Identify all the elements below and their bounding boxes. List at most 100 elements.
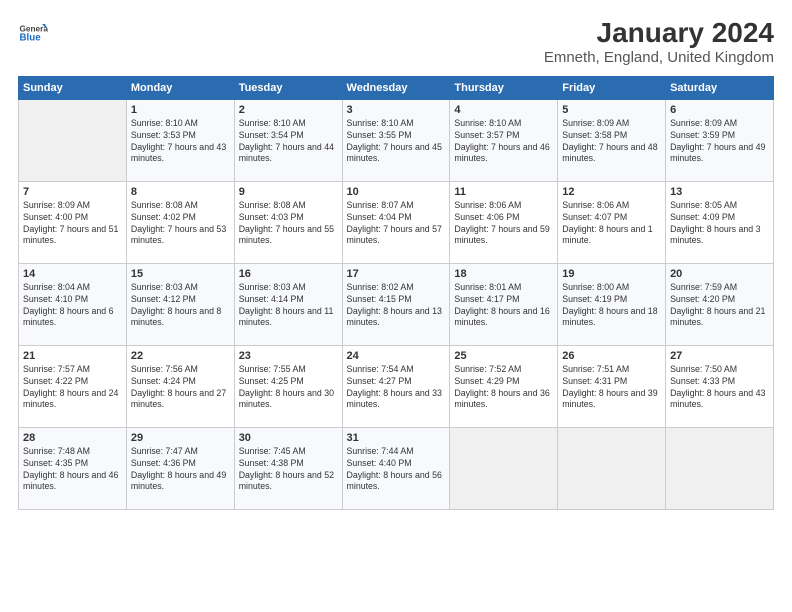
- daylight: Daylight: 8 hours and 21 minutes.: [670, 306, 765, 328]
- day-number: 22: [131, 350, 230, 362]
- sunrise: Sunrise: 8:03 AM: [239, 282, 306, 292]
- sunset: Sunset: 4:10 PM: [23, 294, 88, 304]
- daylight: Daylight: 8 hours and 18 minutes.: [562, 306, 657, 328]
- daylight: Daylight: 7 hours and 43 minutes.: [131, 142, 226, 164]
- day-number: 12: [562, 186, 661, 198]
- sunrise: Sunrise: 8:10 AM: [131, 118, 198, 128]
- calendar-cell-3-0: 21Sunrise: 7:57 AMSunset: 4:22 PMDayligh…: [19, 345, 127, 427]
- daylight: Daylight: 8 hours and 30 minutes.: [239, 388, 334, 410]
- day-info: Sunrise: 8:09 AMSunset: 4:00 PMDaylight:…: [23, 200, 122, 248]
- daylight: Daylight: 7 hours and 48 minutes.: [562, 142, 657, 164]
- day-number: 7: [23, 186, 122, 198]
- calendar-cell-0-0: [19, 99, 127, 181]
- day-number: 20: [670, 268, 769, 280]
- daylight: Daylight: 7 hours and 45 minutes.: [347, 142, 442, 164]
- daylight: Daylight: 7 hours and 53 minutes.: [131, 224, 226, 246]
- day-info: Sunrise: 7:56 AMSunset: 4:24 PMDaylight:…: [131, 364, 230, 412]
- calendar-title: January 2024: [544, 18, 774, 49]
- daylight: Daylight: 7 hours and 49 minutes.: [670, 142, 765, 164]
- calendar-header-row: Sunday Monday Tuesday Wednesday Thursday…: [19, 76, 774, 99]
- daylight: Daylight: 8 hours and 49 minutes.: [131, 470, 226, 492]
- col-sunday: Sunday: [19, 76, 127, 99]
- calendar-cell-1-1: 8Sunrise: 8:08 AMSunset: 4:02 PMDaylight…: [126, 181, 234, 263]
- sunrise: Sunrise: 8:04 AM: [23, 282, 90, 292]
- day-number: 16: [239, 268, 338, 280]
- sunset: Sunset: 4:02 PM: [131, 212, 196, 222]
- sunrise: Sunrise: 8:02 AM: [347, 282, 414, 292]
- day-number: 31: [347, 432, 446, 444]
- sunrise: Sunrise: 8:09 AM: [23, 200, 90, 210]
- day-info: Sunrise: 7:47 AMSunset: 4:36 PMDaylight:…: [131, 446, 230, 494]
- day-info: Sunrise: 8:04 AM Sunset: 4:10 PM Daylight:…: [23, 282, 122, 330]
- sunrise: Sunrise: 8:03 AM: [131, 282, 198, 292]
- sunset: Sunset: 3:59 PM: [670, 130, 735, 140]
- sunrise: Sunrise: 7:48 AM: [23, 446, 90, 456]
- sunrise: Sunrise: 7:51 AM: [562, 364, 629, 374]
- sunset: Sunset: 4:38 PM: [239, 458, 304, 468]
- daylight: Daylight: 8 hours and 8 minutes.: [131, 306, 221, 328]
- col-tuesday: Tuesday: [234, 76, 342, 99]
- day-number: 24: [347, 350, 446, 362]
- sunset: Sunset: 4:33 PM: [670, 376, 735, 386]
- day-number: 19: [562, 268, 661, 280]
- calendar-cell-0-5: 5Sunrise: 8:09 AMSunset: 3:58 PMDaylight…: [558, 99, 666, 181]
- week-row-3: 14 Sunrise: 8:04 AM Sunset: 4:10 PM Dayligh…: [19, 263, 774, 345]
- daylight: Daylight: 8 hours and 6 minutes.: [23, 306, 113, 328]
- sunset: Sunset: 4:03 PM: [239, 212, 304, 222]
- day-number: 14: [23, 268, 122, 280]
- calendar-cell-4-5: [558, 427, 666, 509]
- col-thursday: Thursday: [450, 76, 558, 99]
- day-info: Sunrise: 7:54 AMSunset: 4:27 PMDaylight:…: [347, 364, 446, 412]
- day-info: Sunrise: 8:03 AMSunset: 4:12 PMDaylight:…: [131, 282, 230, 330]
- sunrise: Sunrise: 8:09 AM: [562, 118, 629, 128]
- day-info: Sunrise: 7:50 AMSunset: 4:33 PMDaylight:…: [670, 364, 769, 412]
- calendar-cell-4-6: [666, 427, 774, 509]
- day-number: 28: [23, 432, 122, 444]
- sunrise: Sunrise: 7:52 AM: [454, 364, 521, 374]
- header: General Blue January 2024 Emneth, Englan…: [18, 18, 774, 66]
- week-row-4: 21Sunrise: 7:57 AMSunset: 4:22 PMDayligh…: [19, 345, 774, 427]
- sunset: Sunset: 4:07 PM: [562, 212, 627, 222]
- day-info: Sunrise: 8:09 AM Sunset: 3:59 PM Daylight:…: [670, 118, 769, 166]
- col-friday: Friday: [558, 76, 666, 99]
- daylight: Daylight: 8 hours and 3 minutes.: [670, 224, 760, 246]
- sunset: Sunset: 4:31 PM: [562, 376, 627, 386]
- day-info: Sunrise: 8:03 AM Sunset: 4:14 PM Daylight:…: [239, 282, 338, 330]
- logo-icon: General Blue: [18, 18, 48, 48]
- daylight: Daylight: 8 hours and 11 minutes.: [239, 306, 334, 328]
- sunrise: Sunrise: 8:08 AM: [131, 200, 198, 210]
- calendar-cell-0-6: 6Sunrise: 8:09 AMSunset: 3:59 PMDaylight…: [666, 99, 774, 181]
- col-saturday: Saturday: [666, 76, 774, 99]
- day-number: 2: [239, 104, 338, 116]
- sunset: Sunset: 4:14 PM: [239, 294, 304, 304]
- calendar-cell-3-4: 25Sunrise: 7:52 AMSunset: 4:29 PMDayligh…: [450, 345, 558, 427]
- calendar-cell-4-2: 30Sunrise: 7:45 AMSunset: 4:38 PMDayligh…: [234, 427, 342, 509]
- day-info: Sunrise: 8:05 AMSunset: 4:09 PMDaylight:…: [670, 200, 769, 248]
- day-number: 13: [670, 186, 769, 198]
- sunrise: Sunrise: 7:55 AM: [239, 364, 306, 374]
- sunrise: Sunrise: 7:56 AM: [131, 364, 198, 374]
- calendar-cell-1-5: 12Sunrise: 8:06 AMSunset: 4:07 PMDayligh…: [558, 181, 666, 263]
- day-info: Sunrise: 7:59 AMSunset: 4:20 PMDaylight:…: [670, 282, 769, 330]
- calendar-cell-0-3: 3Sunrise: 8:10 AMSunset: 3:55 PMDaylight…: [342, 99, 450, 181]
- calendar-cell-4-1: 29Sunrise: 7:47 AMSunset: 4:36 PMDayligh…: [126, 427, 234, 509]
- daylight: Daylight: 8 hours and 13 minutes.: [347, 306, 442, 328]
- calendar-cell-2-3: 17Sunrise: 8:02 AMSunset: 4:15 PMDayligh…: [342, 263, 450, 345]
- day-info: Sunrise: 8:08 AMSunset: 4:03 PMDaylight:…: [239, 200, 338, 248]
- day-number: 1: [131, 104, 230, 116]
- sunrise: Sunrise: 8:06 AM: [454, 200, 521, 210]
- day-number: 5: [562, 104, 661, 116]
- week-row-5: 28 Sunrise: 7:48 AMSunset: 4:35 PMDayligh…: [19, 427, 774, 509]
- day-info: Sunrise: 7:48 AMSunset: 4:35 PMDaylight:…: [23, 446, 122, 494]
- sunrise: Sunrise: 7:50 AM: [670, 364, 737, 374]
- sunrise: Sunrise: 8:09 AM: [670, 118, 737, 128]
- calendar-cell-1-3: 10Sunrise: 8:07 AMSunset: 4:04 PMDayligh…: [342, 181, 450, 263]
- calendar-cell-3-6: 27Sunrise: 7:50 AMSunset: 4:33 PMDayligh…: [666, 345, 774, 427]
- sunrise: Sunrise: 8:10 AM: [454, 118, 521, 128]
- day-info: Sunrise: 8:06 AMSunset: 4:06 PMDaylight:…: [454, 200, 553, 248]
- day-number: 23: [239, 350, 338, 362]
- calendar-cell-4-4: [450, 427, 558, 509]
- calendar-cell-2-0: 14 Sunrise: 8:04 AM Sunset: 4:10 PM Dayligh…: [19, 263, 127, 345]
- day-info: Sunrise: 8:10 AMSunset: 3:53 PMDaylight:…: [131, 118, 230, 166]
- sunrise: Sunrise: 7:57 AM: [23, 364, 90, 374]
